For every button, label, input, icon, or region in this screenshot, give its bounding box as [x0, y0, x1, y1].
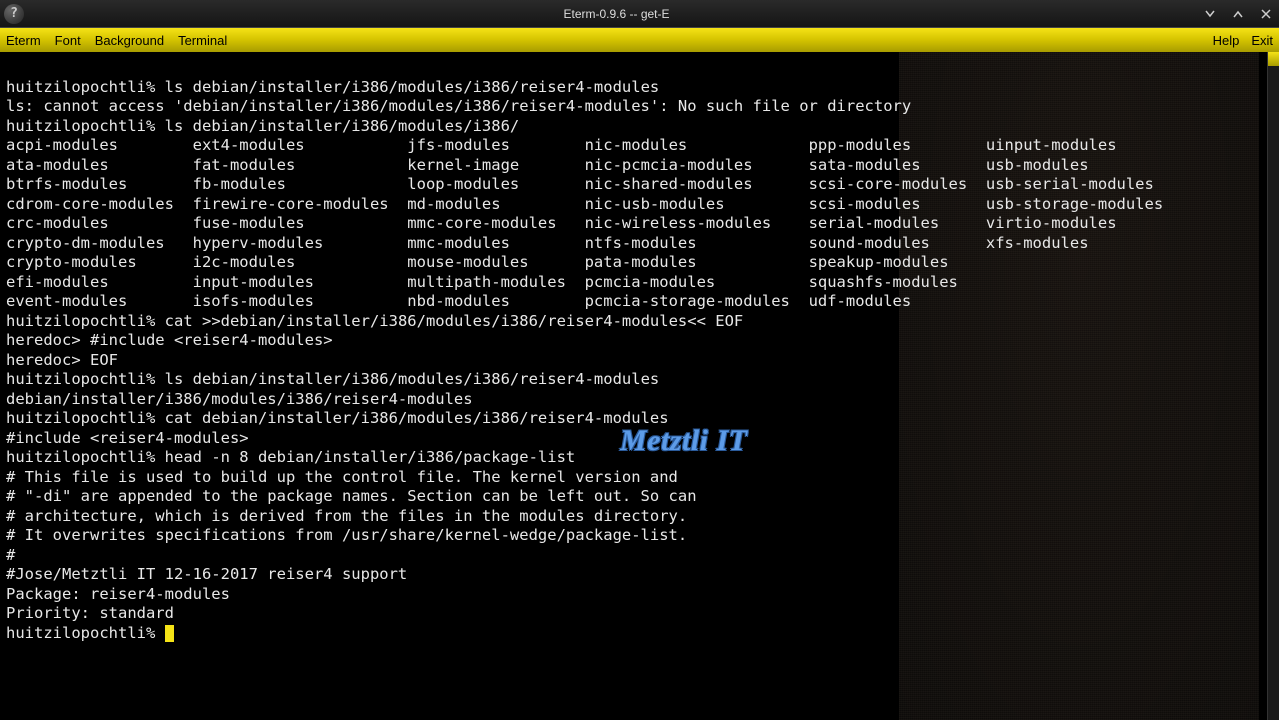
titlebar: ? Eterm-0.9.6 -- get-E	[0, 0, 1279, 28]
head-output-line: # "-di" are appended to the package name…	[6, 487, 697, 505]
command-ls3: ls debian/installer/i386/modules/i386/re…	[165, 370, 660, 388]
menu-font[interactable]: Font	[55, 33, 81, 48]
head-output-line: Package: reiser4-modules	[6, 585, 230, 603]
command-head: head -n 8 debian/installer/i386/package-…	[165, 448, 576, 466]
menu-eterm[interactable]: Eterm	[6, 33, 41, 48]
output-error: ls: cannot access 'debian/installer/i386…	[6, 97, 911, 115]
maximize-button[interactable]	[1229, 5, 1247, 23]
prompt: huitzilopochtli%	[6, 624, 155, 642]
prompt: huitzilopochtli%	[6, 78, 155, 96]
head-output-line: # It overwrites specifications from /usr…	[6, 526, 687, 544]
menu-background[interactable]: Background	[95, 33, 164, 48]
heredoc-line: heredoc> EOF	[6, 351, 118, 369]
head-output-line: # This file is used to build up the cont…	[6, 468, 678, 486]
terminal-area[interactable]: Metztli IT huitzilopochtli% ls debian/in…	[0, 52, 1279, 720]
menu-help[interactable]: Help	[1213, 33, 1240, 48]
system-menu-icon[interactable]: ?	[4, 4, 24, 24]
ls-column-3: jfs-modules kernel-image loop-modules md…	[407, 136, 584, 312]
ls-column-5: ppp-modules sata-modules scsi-core-modul…	[809, 136, 986, 312]
heredoc-line: heredoc> #include <reiser4-modules>	[6, 331, 333, 349]
menu-exit[interactable]: Exit	[1251, 33, 1273, 48]
menubar: Eterm Font Background Terminal Help Exit	[0, 28, 1279, 52]
head-output-line: # architecture, which is derived from th…	[6, 507, 687, 525]
prompt: huitzilopochtli%	[6, 409, 155, 427]
prompt: huitzilopochtli%	[6, 312, 155, 330]
prompt: huitzilopochtli%	[6, 448, 155, 466]
ls-column-1: acpi-modules ata-modules btrfs-modules c…	[6, 136, 193, 312]
ls-column-4: nic-modules nic-pcmcia-modules nic-share…	[585, 136, 809, 312]
cursor	[165, 625, 174, 642]
output-ls: debian/installer/i386/modules/i386/reise…	[6, 390, 473, 408]
ls-column-2: ext4-modules fat-modules fb-modules fire…	[193, 136, 408, 312]
head-output-line: #Jose/Metztli IT 12-16-2017 reiser4 supp…	[6, 565, 407, 583]
scrollbar-thumb[interactable]	[1268, 52, 1279, 66]
close-button[interactable]	[1257, 5, 1275, 23]
command-ls2: ls debian/installer/i386/modules/i386/	[165, 117, 520, 135]
ls-column-6: uinput-modules usb-modules usb-serial-mo…	[986, 136, 1163, 312]
terminal-content: huitzilopochtli% ls debian/installer/i38…	[0, 52, 1279, 649]
command-cat-heredoc: cat >>debian/installer/i386/modules/i386…	[165, 312, 744, 330]
prompt: huitzilopochtli%	[6, 117, 155, 135]
menu-terminal[interactable]: Terminal	[178, 33, 227, 48]
scrollbar[interactable]	[1267, 52, 1279, 720]
head-output-line: #	[6, 546, 15, 564]
output-cat: #include <reiser4-modules>	[6, 429, 249, 447]
head-output-line: Priority: standard	[6, 604, 174, 622]
prompt: huitzilopochtli%	[6, 370, 155, 388]
command-ls1: ls debian/installer/i386/modules/i386/re…	[165, 78, 660, 96]
command-cat: cat debian/installer/i386/modules/i386/r…	[165, 409, 669, 427]
minimize-button[interactable]	[1201, 5, 1219, 23]
window-title: Eterm-0.9.6 -- get-E	[32, 7, 1201, 21]
